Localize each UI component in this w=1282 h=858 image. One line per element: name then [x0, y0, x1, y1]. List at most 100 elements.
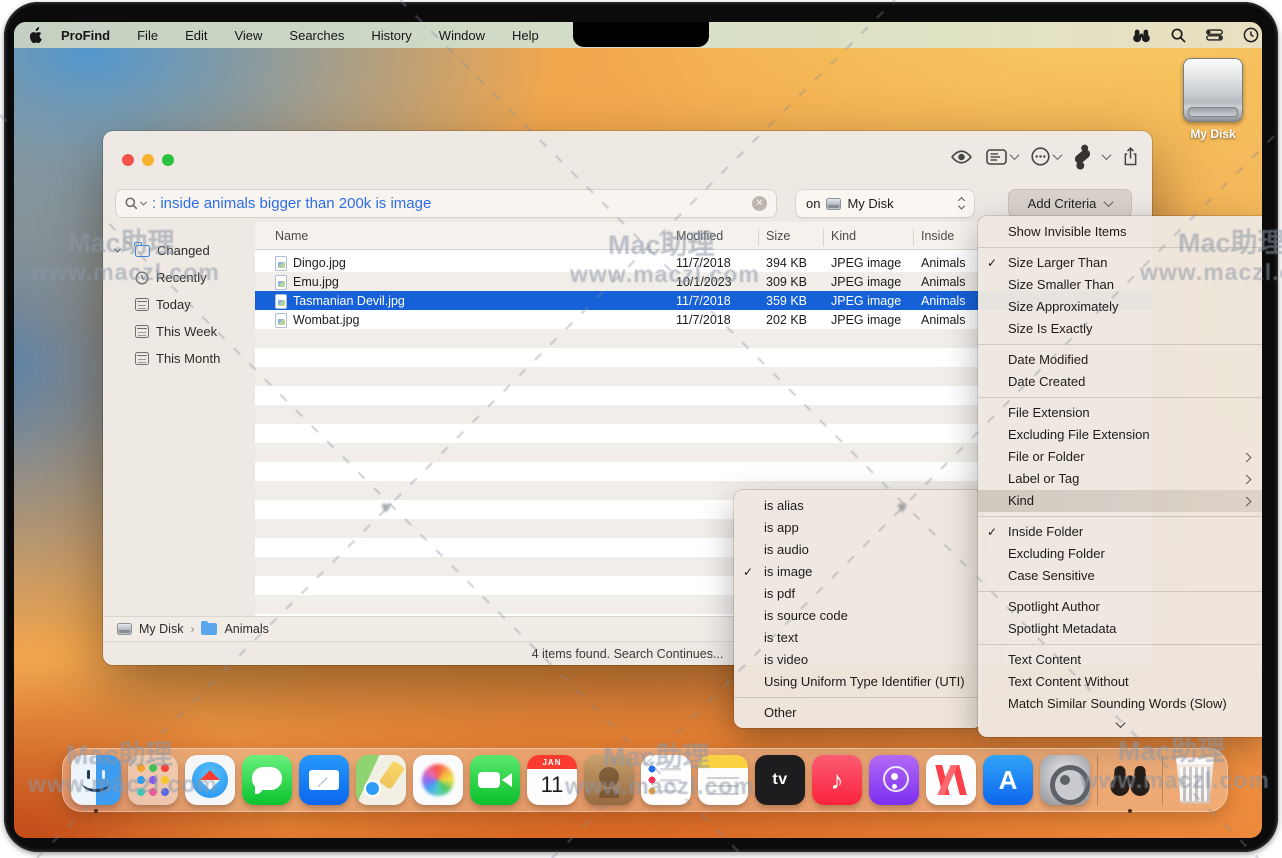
menu-item-label-or-tag[interactable]: Label or Tag: [978, 468, 1262, 490]
menu-item-case-sensitive[interactable]: Case Sensitive: [978, 565, 1262, 587]
dock-icon-facetime[interactable]: [470, 755, 520, 805]
control-center-icon[interactable]: [1206, 29, 1223, 41]
path-item-disk[interactable]: My Disk: [139, 622, 183, 636]
sidebar-item-recently[interactable]: Recently: [103, 264, 255, 291]
menu-item-is-pdf[interactable]: is pdf: [734, 583, 982, 605]
apple-logo-icon[interactable]: [28, 27, 43, 44]
column-header-size[interactable]: Size: [766, 229, 790, 243]
menu-item-size-smaller-than[interactable]: Size Smaller Than: [978, 274, 1262, 296]
menu-item-text-content[interactable]: Text Content: [978, 649, 1262, 671]
menu-item-file-or-folder[interactable]: File or Folder: [978, 446, 1262, 468]
list-view-button[interactable]: [986, 149, 1018, 165]
menu-item-size-larger-than[interactable]: ✓Size Larger Than: [978, 252, 1262, 274]
menu-item-excluding-file-extension[interactable]: Excluding File Extension: [978, 424, 1262, 446]
close-button[interactable]: [122, 154, 134, 166]
menu-file[interactable]: File: [137, 28, 158, 43]
menu-item-date-modified[interactable]: Date Modified: [978, 349, 1262, 371]
sidebar-item-this-month[interactable]: This Month: [103, 345, 255, 372]
tv-glyph: tv: [772, 771, 787, 789]
menu-help[interactable]: Help: [512, 28, 539, 43]
dock-icon-system-settings[interactable]: [1040, 755, 1090, 805]
column-header-modified[interactable]: Modified: [676, 229, 723, 243]
zoom-button[interactable]: [162, 154, 174, 166]
spotlight-search-icon[interactable]: [1171, 28, 1186, 43]
menu-item-spotlight-metadata[interactable]: Spotlight Metadata: [978, 618, 1262, 640]
add-criteria-button[interactable]: Add Criteria: [1008, 189, 1132, 218]
menu-searches[interactable]: Searches: [289, 28, 344, 43]
dock-icon-maps[interactable]: [356, 755, 406, 805]
sidebar-item-changed[interactable]: Changed: [103, 237, 255, 264]
dock-icon-mail[interactable]: [299, 755, 349, 805]
path-item-folder[interactable]: Animals: [224, 622, 268, 636]
menu-item-other[interactable]: Other: [734, 702, 982, 724]
menu-item-is-alias[interactable]: is alias: [734, 495, 982, 517]
disclosure-chevron-icon[interactable]: [114, 246, 121, 253]
preview-eye-button[interactable]: [950, 150, 973, 164]
menu-view[interactable]: View: [234, 28, 262, 43]
clear-search-button[interactable]: ✕: [752, 196, 767, 211]
dock-divider: [1162, 755, 1163, 805]
menu-item-is-app[interactable]: is app: [734, 517, 982, 539]
dock-icon-podcasts[interactable]: [869, 755, 919, 805]
dock-icon-trash[interactable]: [1170, 755, 1220, 805]
menu-item-spotlight-author[interactable]: Spotlight Author: [978, 596, 1262, 618]
dock-icon-contacts[interactable]: [584, 755, 634, 805]
cell-size: 309 KB: [766, 275, 807, 289]
minimize-button[interactable]: [142, 154, 154, 166]
menu-item-inside-folder[interactable]: ✓Inside Folder: [978, 521, 1262, 543]
menu-item-is-video[interactable]: is video: [734, 649, 982, 671]
menu-window[interactable]: Window: [439, 28, 485, 43]
calendar-day: 11: [527, 769, 577, 801]
search-input[interactable]: [152, 195, 752, 212]
dock-icon-reminders[interactable]: [641, 755, 691, 805]
dock-icon-finder[interactable]: [71, 755, 121, 805]
desktop-disk-icon[interactable]: My Disk: [1170, 58, 1256, 141]
dock-icon-news[interactable]: [926, 755, 976, 805]
menu-item-excluding-folder[interactable]: Excluding Folder: [978, 543, 1262, 565]
cell-kind: JPEG image: [831, 275, 901, 289]
menu-item-uti[interactable]: Using Uniform Type Identifier (UTI): [734, 671, 982, 693]
cell-size: 394 KB: [766, 256, 807, 270]
sidebar-item-label: Today: [156, 297, 191, 312]
menu-item-size-approximately[interactable]: Size Approximately: [978, 296, 1262, 318]
dock-icon-app-store[interactable]: A: [983, 755, 1033, 805]
actions-button[interactable]: [1074, 152, 1110, 161]
menu-item-size-is-exactly[interactable]: Size Is Exactly: [978, 318, 1262, 340]
dock-icon-profind[interactable]: [1105, 755, 1155, 805]
dock-icon-music[interactable]: ♪: [812, 755, 862, 805]
sidebar-item-this-week[interactable]: This Week: [103, 318, 255, 345]
menu-edit[interactable]: Edit: [185, 28, 207, 43]
more-options-button[interactable]: [1031, 147, 1061, 166]
menu-item-match-similar-sounding[interactable]: Match Similar Sounding Words (Slow): [978, 693, 1262, 715]
dock-icon-notes[interactable]: [698, 755, 748, 805]
menubar-app-name[interactable]: ProFind: [61, 28, 110, 43]
dock-icon-tv[interactable]: tv: [755, 755, 805, 805]
menu-history[interactable]: History: [371, 28, 411, 43]
dock-icon-messages[interactable]: [242, 755, 292, 805]
profind-binoculars-icon[interactable]: [1132, 28, 1151, 43]
menu-item-is-text[interactable]: is text: [734, 627, 982, 649]
menu-item-is-source-code[interactable]: is source code: [734, 605, 982, 627]
menu-item-text-content-without[interactable]: Text Content Without: [978, 671, 1262, 693]
menu-item-is-image[interactable]: ✓is image: [734, 561, 982, 583]
menu-item-is-audio[interactable]: is audio: [734, 539, 982, 561]
column-header-inside[interactable]: Inside: [921, 229, 954, 243]
column-header-kind[interactable]: Kind: [831, 229, 856, 243]
dock-icon-photos[interactable]: [413, 755, 463, 805]
cell-inside: Animals: [921, 256, 965, 270]
submenu-arrow-icon: [1242, 497, 1252, 507]
scope-popup[interactable]: on My Disk: [795, 189, 975, 218]
menu-item-date-created[interactable]: Date Created: [978, 371, 1262, 393]
share-button[interactable]: [1123, 147, 1138, 166]
sidebar-item-today[interactable]: Today: [103, 291, 255, 318]
clock-icon[interactable]: [1243, 27, 1259, 43]
dock-icon-calendar[interactable]: JAN 11: [527, 755, 577, 805]
menu-item-kind[interactable]: Kind: [978, 490, 1262, 512]
search-options-chevron-icon[interactable]: [140, 199, 147, 206]
menu-scroll-more[interactable]: [978, 715, 1262, 733]
dock-icon-safari[interactable]: [185, 755, 235, 805]
menu-item-show-invisible-items[interactable]: Show Invisible Items: [978, 221, 1262, 243]
dock-icon-launchpad[interactable]: [128, 755, 178, 805]
menu-item-file-extension[interactable]: File Extension: [978, 402, 1262, 424]
column-header-name[interactable]: Name: [275, 229, 308, 243]
